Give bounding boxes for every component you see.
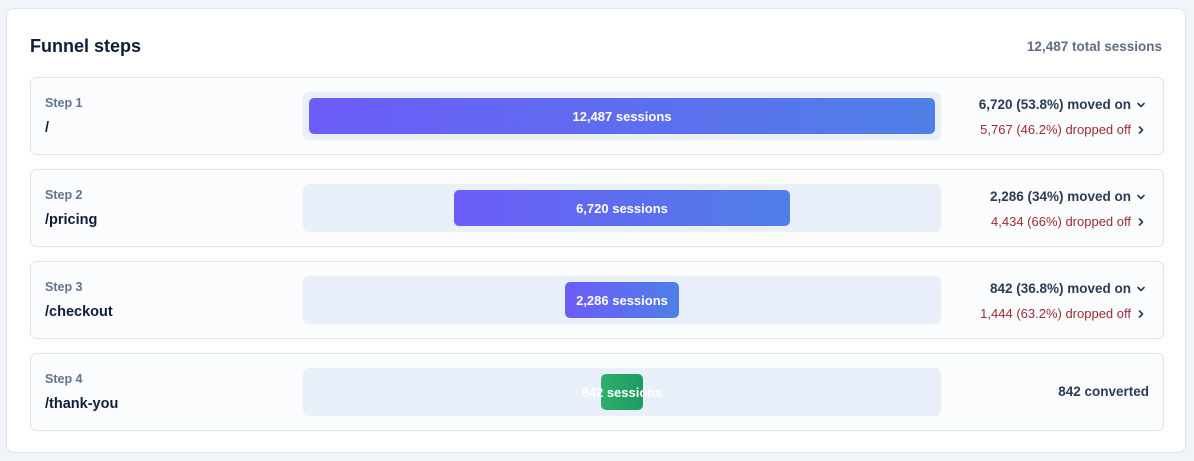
session-bar-track: 2,286 sessions [303,276,941,324]
step-label: Step 2 [45,188,83,202]
chevron-right-icon [1135,308,1149,320]
session-count: 12,487 sessions [572,108,672,124]
session-bar-track: 6,720 sessions [303,184,941,232]
step-path: /thank-you [45,396,119,412]
card-header: Funnel steps 12,487 total sessions [30,36,1162,56]
session-bar: 6,720 sessions [453,190,791,226]
session-bar: 842 sessions [582,374,662,410]
session-bar: 2,286 sessions [564,282,680,318]
session-count: 842 sessions [581,384,663,400]
total-sessions: 12,487 total sessions [1026,38,1162,54]
dropped-off-text: 5,767 (46.2%) dropped off [980,122,1131,137]
funnel-step: Step 1 / 12,487 sessions 6,720 (53.8%) m… [30,77,1164,155]
chevron-right-icon [1135,124,1149,136]
dropped-off-link[interactable]: 5,767 (46.2%) dropped off [979,121,1149,138]
step-label: Step 1 [45,96,83,110]
moved-on-toggle[interactable]: 6,720 (53.8%) moved on [979,96,1149,113]
dropped-off-text: 1,444 (63.2%) dropped off [980,306,1131,321]
step-info: Step 1 / [45,96,83,136]
step-flow: 6,720 (53.8%) moved on 5,767 (46.2%) dro… [979,96,1149,138]
funnel-step: Step 4 /thank-you 842 sessions 842 conve… [30,353,1164,431]
moved-on-toggle[interactable]: 842 (36.8%) moved on [980,280,1149,297]
session-bar-track: 12,487 sessions [303,92,941,140]
step-path: /pricing [45,212,98,228]
dropped-off-text: 4,434 (66%) dropped off [991,214,1131,229]
dropped-off-link[interactable]: 4,434 (66%) dropped off [990,213,1149,230]
step-label: Step 3 [45,280,83,294]
chevron-down-icon [1135,99,1149,111]
session-bar: 12,487 sessions [309,98,935,134]
funnel-steps-card: Funnel steps 12,487 total sessions Step … [6,8,1186,453]
step-info: Step 4 /thank-you [45,372,118,412]
moved-on-text: 6,720 (53.8%) moved on [978,97,1131,112]
funnel-step: Step 2 /pricing 6,720 sessions 2,286 (34… [30,169,1164,247]
funnel-step: Step 3 /checkout 2,286 sessions 842 (36.… [30,261,1164,339]
session-count: 6,720 sessions [576,200,668,216]
chevron-right-icon [1135,216,1149,228]
moved-on-text: 842 (36.8%) moved on [989,281,1131,296]
step-info: Step 2 /pricing [45,188,97,228]
converted-count: 842 converted [1058,384,1149,399]
session-bar-track: 842 sessions [303,368,941,416]
moved-on-toggle[interactable]: 2,286 (34%) moved on [990,188,1149,205]
step-flow: 842 (36.8%) moved on 1,444 (63.2%) dropp… [980,280,1149,322]
step-label: Step 4 [45,372,83,386]
chevron-down-icon [1135,283,1149,295]
steps-list: Step 1 / 12,487 sessions 6,720 (53.8%) m… [30,77,1164,445]
dropped-off-link[interactable]: 1,444 (63.2%) dropped off [980,305,1149,322]
step-path: / [45,120,50,136]
moved-on-text: 2,286 (34%) moved on [989,189,1131,204]
step-flow: 2,286 (34%) moved on 4,434 (66%) dropped… [990,188,1149,230]
session-count: 2,286 sessions [576,292,668,308]
step-path: /checkout [45,304,113,320]
step-info: Step 3 /checkout [45,280,113,320]
card-title: Funnel steps [30,35,142,56]
chevron-down-icon [1135,191,1149,203]
